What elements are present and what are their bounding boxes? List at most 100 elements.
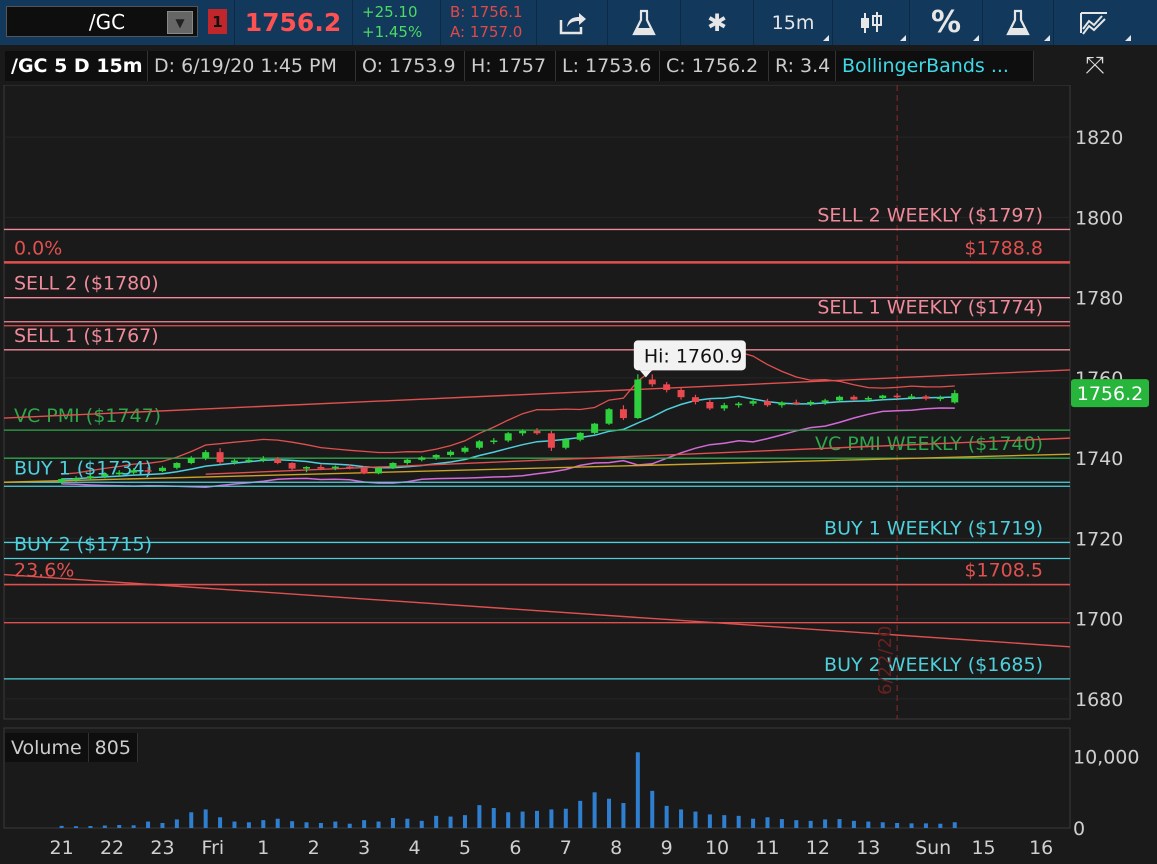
candle-body	[519, 430, 527, 434]
time-tick-label: 23	[150, 837, 174, 859]
volume-bar	[405, 818, 410, 828]
study-label[interactable]: BollingerBands ...	[836, 51, 1034, 81]
dropdown-corner-icon	[973, 35, 979, 41]
volume-bar	[290, 821, 295, 828]
time-tick-label: 15	[971, 837, 995, 859]
percent-button[interactable]: %	[910, 0, 982, 45]
candle-body	[418, 457, 426, 460]
session-date-label: 6/22/20	[875, 626, 896, 695]
candle-body	[375, 467, 383, 474]
time-tick-label: 21	[50, 837, 74, 859]
alert-badge[interactable]: 1	[208, 9, 227, 34]
expand-collapse-icon[interactable]: ⤧	[1075, 45, 1115, 85]
bar-open: O: 1753.9	[356, 51, 465, 81]
volume-bar	[621, 803, 626, 828]
volume-bar	[823, 819, 828, 828]
level-label: BUY 2 ($1715)	[14, 533, 152, 555]
ask-price: A: 1757.0	[450, 23, 523, 41]
interval-selector[interactable]: 15m	[754, 0, 832, 45]
candle-body	[317, 467, 325, 469]
volume-bar	[578, 800, 583, 828]
candle-body	[864, 397, 872, 400]
volume-bar	[333, 821, 338, 828]
level-label: SELL 2 ($1780)	[14, 273, 159, 295]
share-button[interactable]	[537, 0, 607, 45]
candle-body	[130, 470, 138, 473]
volume-bar	[146, 821, 151, 828]
time-tick-label: 3	[358, 837, 370, 859]
time-axis: 21 22 23 Fri 1 2 3 4 5 6 7 8 9 10 11 12 13 Sun 15 16	[50, 837, 1054, 859]
volume-bar	[535, 810, 539, 828]
gear-icon: ✱	[706, 8, 728, 37]
price-panel	[3, 85, 1071, 720]
volume-bar	[923, 823, 928, 828]
volume-bar	[664, 805, 669, 828]
candle-body	[115, 472, 123, 475]
price-tick-label: 1680	[1075, 689, 1123, 711]
symbol-field[interactable]: /GC ▼	[6, 6, 198, 37]
divider	[440, 0, 441, 45]
candle-body	[202, 452, 210, 458]
volume-tick-label: 0	[1073, 818, 1085, 840]
time-tick-label: 22	[100, 837, 124, 859]
price-tick-label: 1800	[1075, 207, 1123, 229]
volume-bar	[318, 823, 323, 828]
candle-body	[850, 396, 858, 400]
interval-label: 15m	[771, 11, 815, 34]
volume-bar	[751, 818, 756, 828]
candle-body	[591, 423, 599, 433]
volume-bar	[434, 815, 439, 828]
drawing-studies-button[interactable]	[983, 0, 1053, 45]
volume-bar	[520, 811, 525, 828]
drawings-button[interactable]	[1054, 0, 1134, 45]
settings-button[interactable]: ✱	[681, 0, 753, 45]
volume-bar	[794, 820, 799, 828]
candle-body	[547, 433, 555, 448]
studies-button[interactable]	[608, 0, 680, 45]
volume-bar	[635, 752, 640, 828]
price-chart[interactable]: SELL 2 WEEKLY ($1797) $1788.8 0.0% SELL 2 (…	[0, 85, 1157, 864]
time-tick-label: 5	[459, 837, 471, 859]
level-label: SELL 2 WEEKLY ($1797)	[817, 204, 1043, 226]
volume-bar	[246, 822, 251, 828]
volume-bar	[779, 819, 784, 828]
time-tick-label: 13	[856, 837, 880, 859]
volume-bar	[506, 812, 511, 828]
volume-bar	[347, 823, 352, 828]
percent-change: +1.45%	[362, 23, 423, 41]
time-tick-label: 8	[610, 837, 622, 859]
volume-bar	[880, 822, 885, 828]
candle-body	[619, 409, 627, 419]
chart-style-button[interactable]	[833, 0, 909, 45]
volume-header: Volume 805	[5, 733, 138, 762]
candle-body	[288, 462, 296, 469]
candlestick-icon	[861, 11, 882, 33]
volume-bar	[866, 821, 871, 828]
candle-body	[461, 447, 469, 452]
candle-body	[245, 459, 253, 462]
volume-bar	[491, 808, 496, 828]
price-tick-label: 1820	[1075, 127, 1123, 149]
volume-bar	[390, 818, 395, 828]
candle-body	[936, 397, 944, 400]
time-tick-label: 6	[509, 837, 521, 859]
volume-label: Volume	[5, 733, 89, 762]
price-tick-label: 1740	[1075, 448, 1123, 470]
volume-bar	[563, 808, 568, 828]
candle-body	[821, 400, 829, 402]
candle-body	[475, 441, 483, 448]
volume-bar	[102, 825, 107, 828]
candle-body	[893, 395, 901, 398]
divider	[234, 0, 235, 45]
chart-title[interactable]: /GC 5 D 15m	[5, 51, 148, 81]
time-tick-label: 1	[257, 837, 269, 859]
volume-tick-label: 10,000	[1073, 747, 1139, 769]
volume-bar	[362, 820, 367, 828]
volume-bar	[218, 817, 223, 828]
candle-body	[101, 474, 109, 477]
chevron-down-icon[interactable]: ▼	[167, 11, 193, 34]
candle-body	[720, 405, 728, 409]
candle-body	[216, 452, 224, 463]
candle-body	[447, 451, 455, 455]
volume-bar	[304, 822, 309, 828]
